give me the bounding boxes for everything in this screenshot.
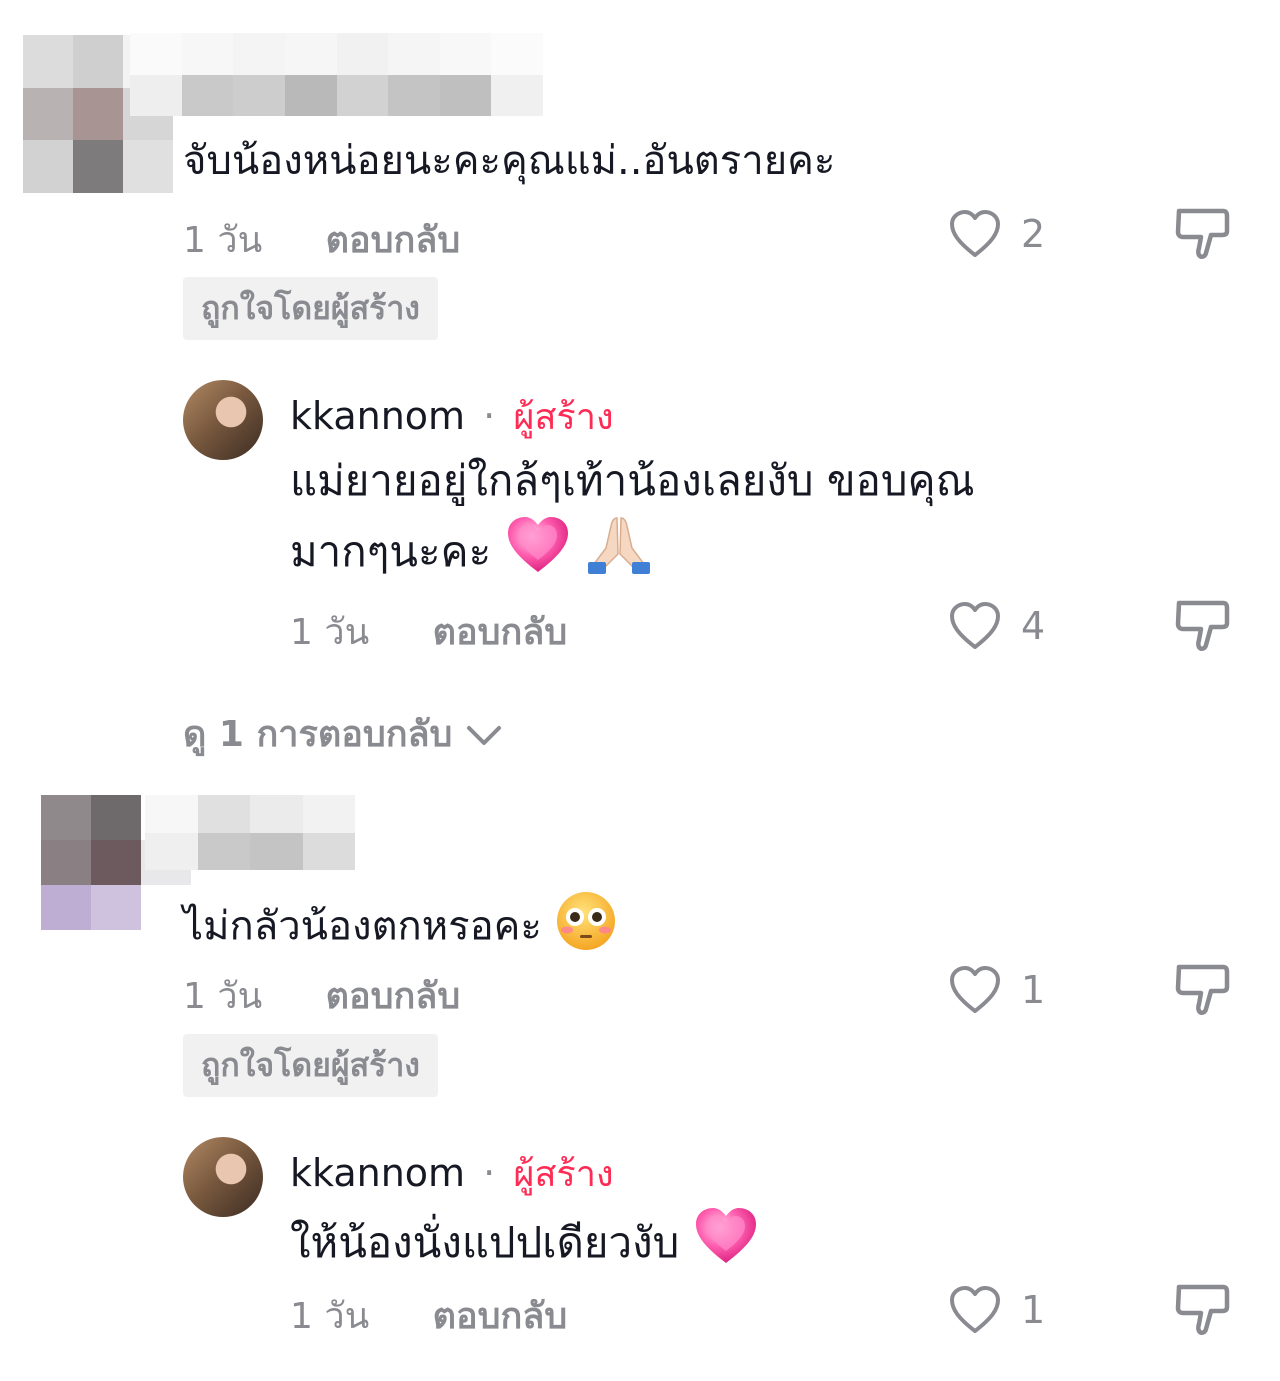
like-count: 1: [1021, 968, 1046, 1012]
reply-text-line: แม่ยายอยู่ใกล้ๆเท้าน้องเลยงับ ขอบคุณ: [290, 456, 975, 505]
reply-time: 1 วัน: [290, 612, 370, 653]
liked-by-creator-badge: ถูกใจโดยผู้สร้าง: [183, 277, 438, 340]
username[interactable]: kkannom: [290, 394, 465, 438]
reply-button[interactable]: ตอบกลับ: [433, 612, 568, 653]
thumbs-down-icon[interactable]: [1173, 1281, 1231, 1339]
comment-meta: 1 วัน ตอบกลับ: [183, 211, 460, 268]
reply-text: ให้น้องนั่งแปปเดียวงับ: [290, 1205, 1170, 1286]
reply-button[interactable]: ตอบกลับ: [326, 220, 461, 261]
reply-text-content: ให้น้องนั่งแปปเดียวงับ: [290, 1218, 680, 1267]
avatar[interactable]: [183, 380, 263, 460]
creator-label: ผู้สร้าง: [513, 1154, 614, 1195]
thumbs-down-icon[interactable]: [1173, 961, 1231, 1019]
reply-username-row: kkannom · ผู้สร้าง: [290, 388, 614, 445]
growing-heart-emoji-icon: [505, 514, 571, 595]
creator-label: ผู้สร้าง: [513, 397, 614, 438]
separator: ·: [483, 1151, 496, 1195]
heart-outline-icon[interactable]: [948, 965, 1002, 1015]
heart-outline-icon[interactable]: [948, 1285, 1002, 1335]
comment-meta: 1 วัน ตอบกลับ: [183, 967, 460, 1024]
blurred-username[interactable]: [130, 33, 543, 116]
like-count: 4: [1021, 604, 1046, 648]
comment-time: 1 วัน: [183, 220, 263, 261]
view-replies-button[interactable]: ดู 1 การตอบกลับ: [183, 705, 503, 762]
comment-text-content: ไม่กลัวน้องตกหรอคะ: [183, 903, 542, 950]
reply-button[interactable]: ตอบกลับ: [326, 976, 461, 1017]
liked-by-creator-badge: ถูกใจโดยผู้สร้าง: [183, 1034, 438, 1097]
folded-hands-emoji-icon: [584, 514, 654, 595]
flushed-face-emoji-icon: [555, 890, 617, 967]
like-count: 2: [1021, 212, 1046, 256]
reply-username-row: kkannom · ผู้สร้าง: [290, 1145, 614, 1202]
avatar[interactable]: [183, 1137, 263, 1217]
reply-meta: 1 วัน ตอบกลับ: [290, 1287, 567, 1344]
reply-text-line: มากๆนะคะ: [290, 514, 1170, 595]
comment-time: 1 วัน: [183, 976, 263, 1017]
comment-text: ไม่กลัวน้องตกหรอคะ: [183, 890, 617, 967]
growing-heart-emoji-icon: [693, 1205, 759, 1286]
heart-outline-icon[interactable]: [948, 209, 1002, 259]
thumbs-down-icon[interactable]: [1173, 597, 1231, 655]
like-count: 1: [1021, 1288, 1046, 1332]
reply-time: 1 วัน: [290, 1296, 370, 1337]
reply-button[interactable]: ตอบกลับ: [433, 1296, 568, 1337]
chevron-down-icon: [465, 716, 503, 757]
username[interactable]: kkannom: [290, 1151, 465, 1195]
reply-text-line2: มากๆนะคะ: [290, 527, 492, 576]
comment-text: จับน้องหน่อยนะคะคุณแม่..อันตรายคะ: [183, 138, 836, 184]
view-replies-label: ดู 1 การตอบกลับ: [183, 714, 453, 755]
separator: ·: [483, 394, 496, 438]
reply-text: แม่ยายอยู่ใกล้ๆเท้าน้องเลยงับ ขอบคุณ มาก…: [290, 448, 1170, 595]
heart-outline-icon[interactable]: [948, 601, 1002, 651]
thumbs-down-icon[interactable]: [1173, 205, 1231, 263]
blurred-username[interactable]: [145, 795, 355, 870]
reply-meta: 1 วัน ตอบกลับ: [290, 603, 567, 660]
